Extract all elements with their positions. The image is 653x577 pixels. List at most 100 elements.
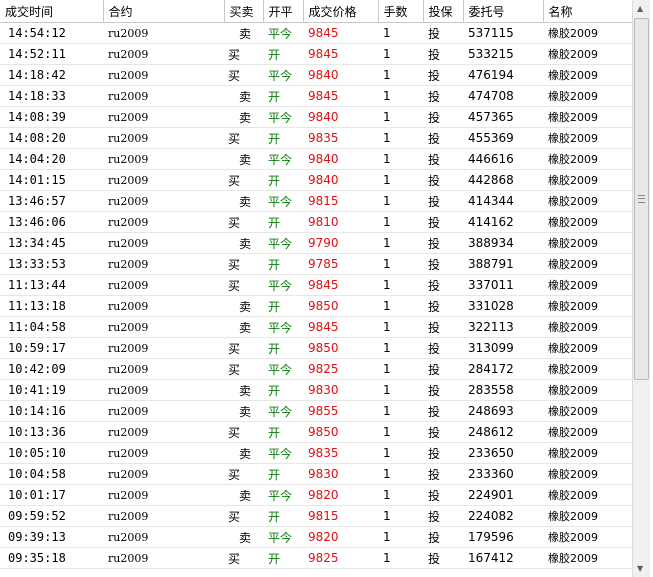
cell-order-id: 337011: [463, 274, 543, 296]
table-row[interactable]: 11:04:58 ru2009 卖平今 9845 1 投 322113 橡胶2009: [0, 316, 632, 338]
cell-name: 橡胶2009: [543, 526, 632, 548]
table-row[interactable]: 09:35:18 ru2009 买开 9825 1 投 167412 橡胶2009: [0, 547, 632, 569]
cell-name: 橡胶2009: [543, 547, 632, 569]
cell-order-id: 248612: [463, 421, 543, 443]
cell-quantity: 1: [378, 190, 423, 212]
cell-open-close: 开: [263, 211, 303, 233]
table-row[interactable]: 14:08:39 ru2009 卖平今 9840 1 投 457365 橡胶2009: [0, 106, 632, 128]
table-row[interactable]: 13:33:53 ru2009 买开 9785 1 投 388791 橡胶2009: [0, 253, 632, 275]
cell-trade-price: 9845: [303, 274, 378, 296]
cell-open-close: 平今: [263, 106, 303, 128]
cell-buy-sell: 卖: [224, 22, 263, 44]
table-row[interactable]: 13:34:45 ru2009 卖平今 9790 1 投 388934 橡胶2009: [0, 232, 632, 254]
scrollbar-thumb[interactable]: [634, 18, 649, 380]
cell-trade-time: 10:41:19: [0, 379, 103, 401]
cell-trade-price: 9830: [303, 463, 378, 485]
cell-name: 橡胶2009: [543, 190, 632, 212]
cell-hedge-flag: 投: [423, 274, 463, 296]
table-row[interactable]: 13:46:57 ru2009 卖平今 9815 1 投 414344 橡胶2009: [0, 190, 632, 212]
cell-contract: ru2009: [103, 85, 224, 107]
cell-hedge-flag: 投: [423, 295, 463, 317]
cell-trade-price: 9835: [303, 442, 378, 464]
cell-contract: ru2009: [103, 190, 224, 212]
table-row[interactable]: 14:18:33 ru2009 卖开 9845 1 投 474708 橡胶2009: [0, 85, 632, 107]
table-row[interactable]: 10:01:17 ru2009 卖平今 9820 1 投 224901 橡胶2009: [0, 484, 632, 506]
cell-open-close: 平今: [263, 190, 303, 212]
cell-buy-sell: 卖: [224, 190, 263, 212]
table-row[interactable]: 14:54:12 ru2009 卖平今 9845 1 投 537115 橡胶2009: [0, 22, 632, 44]
cell-order-id: 455369: [463, 127, 543, 149]
table-row[interactable]: 14:18:42 ru2009 买平今 9840 1 投 476194 橡胶2009: [0, 64, 632, 86]
cell-trade-time: 10:04:58: [0, 463, 103, 485]
table-row[interactable]: 14:08:20 ru2009 买开 9835 1 投 455369 橡胶2009: [0, 127, 632, 149]
cell-name: 橡胶2009: [543, 127, 632, 149]
table-row[interactable]: 09:59:52 ru2009 买开 9815 1 投 224082 橡胶2009: [0, 505, 632, 527]
col-header-trade-time[interactable]: 成交时间: [0, 0, 104, 23]
cell-contract: ru2009: [103, 358, 224, 380]
cell-buy-sell: 买: [224, 211, 263, 233]
table-row[interactable]: 14:52:11 ru2009 买开 9845 1 投 533215 橡胶2009: [0, 43, 632, 65]
table-row[interactable]: 10:04:58 ru2009 买开 9830 1 投 233360 橡胶2009: [0, 463, 632, 485]
cell-quantity: 1: [378, 421, 423, 443]
cell-quantity: 1: [378, 232, 423, 254]
cell-quantity: 1: [378, 400, 423, 422]
cell-quantity: 1: [378, 547, 423, 569]
cell-hedge-flag: 投: [423, 337, 463, 359]
cell-quantity: 1: [378, 505, 423, 527]
cell-buy-sell: 买: [224, 43, 263, 65]
col-header-hedge-flag[interactable]: 投保: [423, 0, 464, 23]
col-header-open-close[interactable]: 开平: [263, 0, 304, 23]
cell-open-close: 开: [263, 337, 303, 359]
cell-hedge-flag: 投: [423, 484, 463, 506]
col-header-order-id[interactable]: 委托号: [463, 0, 544, 23]
cell-name: 橡胶2009: [543, 358, 632, 380]
table-row[interactable]: 10:42:09 ru2009 买平今 9825 1 投 284172 橡胶2009: [0, 358, 632, 380]
cell-contract: ru2009: [103, 484, 224, 506]
table-row[interactable]: 14:01:15 ru2009 买开 9840 1 投 442868 橡胶2009: [0, 169, 632, 191]
cell-open-close: 开: [263, 43, 303, 65]
cell-open-close: 开: [263, 463, 303, 485]
cell-open-close: 平今: [263, 316, 303, 338]
cell-name: 橡胶2009: [543, 442, 632, 464]
cell-hedge-flag: 投: [423, 106, 463, 128]
table-row[interactable]: 11:13:18 ru2009 卖开 9850 1 投 331028 橡胶2009: [0, 295, 632, 317]
scroll-up-button[interactable]: ▲: [633, 0, 650, 17]
col-header-buy-sell[interactable]: 买卖: [224, 0, 264, 23]
cell-open-close: 平今: [263, 274, 303, 296]
table-row[interactable]: 14:04:20 ru2009 卖平今 9840 1 投 446616 橡胶2009: [0, 148, 632, 170]
cell-trade-price: 9845: [303, 22, 378, 44]
cell-open-close: 开: [263, 547, 303, 569]
cell-trade-price: 9820: [303, 484, 378, 506]
cell-contract: ru2009: [103, 505, 224, 527]
table-row[interactable]: 11:13:44 ru2009 买平今 9845 1 投 337011 橡胶2009: [0, 274, 632, 296]
cell-trade-time: 14:08:39: [0, 106, 103, 128]
cell-trade-time: 14:04:20: [0, 148, 103, 170]
cell-contract: ru2009: [103, 400, 224, 422]
cell-trade-price: 9810: [303, 211, 378, 233]
scroll-down-button[interactable]: ▼: [633, 560, 650, 577]
cell-contract: ru2009: [103, 547, 224, 569]
cell-trade-time: 11:13:44: [0, 274, 103, 296]
table-row[interactable]: 10:05:10 ru2009 卖平今 9835 1 投 233650 橡胶2009: [0, 442, 632, 464]
cell-quantity: 1: [378, 274, 423, 296]
cell-contract: ru2009: [103, 337, 224, 359]
table-row[interactable]: 10:59:17 ru2009 买开 9850 1 投 313099 橡胶2009: [0, 337, 632, 359]
cell-quantity: 1: [378, 22, 423, 44]
cell-order-id: 442868: [463, 169, 543, 191]
col-header-quantity[interactable]: 手数: [378, 0, 424, 23]
col-header-name[interactable]: 名称: [543, 0, 632, 23]
cell-open-close: 开: [263, 253, 303, 275]
vertical-scrollbar[interactable]: ▲ ▼: [632, 0, 650, 577]
cell-trade-time: 10:01:17: [0, 484, 103, 506]
col-header-trade-price[interactable]: 成交价格: [303, 0, 379, 23]
cell-trade-price: 9790: [303, 232, 378, 254]
table-row[interactable]: 13:46:06 ru2009 买开 9810 1 投 414162 橡胶2009: [0, 211, 632, 233]
col-header-contract[interactable]: 合约: [103, 0, 225, 23]
cell-order-id: 446616: [463, 148, 543, 170]
table-row[interactable]: 10:13:36 ru2009 买开 9850 1 投 248612 橡胶2009: [0, 421, 632, 443]
cell-hedge-flag: 投: [423, 316, 463, 338]
cell-contract: ru2009: [103, 64, 224, 86]
table-row[interactable]: 10:14:16 ru2009 卖平今 9855 1 投 248693 橡胶2009: [0, 400, 632, 422]
table-row[interactable]: 10:41:19 ru2009 卖开 9830 1 投 283558 橡胶2009: [0, 379, 632, 401]
table-row[interactable]: 09:39:13 ru2009 卖平今 9820 1 投 179596 橡胶2009: [0, 526, 632, 548]
